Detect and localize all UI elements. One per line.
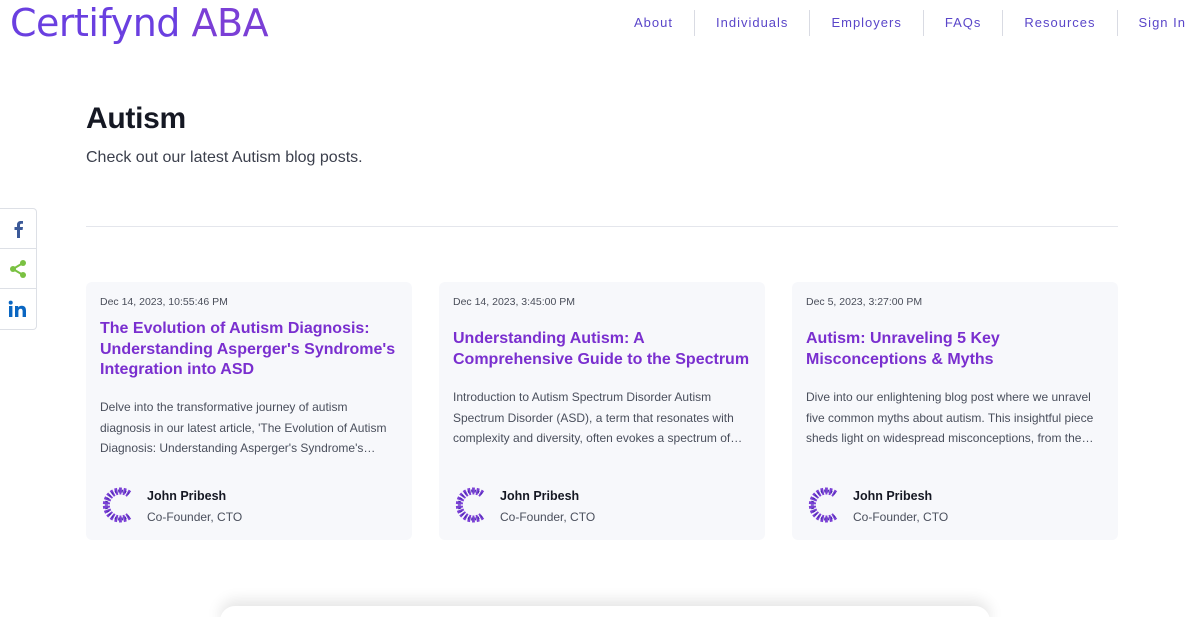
- nav-resources[interactable]: Resources: [1003, 10, 1118, 36]
- page-title: Autism: [86, 102, 186, 135]
- post-excerpt: Delve into the transformative journey of…: [100, 397, 400, 459]
- post-date: Dec 14, 2023, 3:45:00 PM: [453, 296, 575, 308]
- brand-logo[interactable]: Certifynd ABA: [10, 1, 269, 45]
- linkedin-icon: [8, 300, 26, 317]
- post-title[interactable]: The Evolution of Autism Diagnosis: Under…: [100, 319, 398, 381]
- post-excerpt: Introduction to Autism Spectrum Disorder…: [453, 387, 753, 449]
- avatar: [102, 487, 132, 523]
- author-name: John Pribesh: [500, 489, 580, 503]
- post-date: Dec 14, 2023, 10:55:46 PM: [100, 296, 228, 308]
- brand-name-part1: Certifynd: [10, 1, 180, 45]
- nav-employers[interactable]: Employers: [810, 10, 924, 36]
- bottom-panel-edge: [220, 606, 990, 617]
- facebook-icon: [14, 220, 23, 238]
- post-excerpt: Dive into our enlightening blog post whe…: [806, 387, 1106, 449]
- nav-faqs[interactable]: FAQs: [924, 10, 1004, 36]
- author-role: Co-Founder, CTO: [853, 510, 949, 524]
- post-author: John Pribesh Co-Founder, CTO: [806, 485, 1106, 525]
- post-title[interactable]: Autism: Unraveling 5 Key Misconceptions …: [806, 329, 1104, 370]
- page-subtitle: Check out our latest Autism blog posts.: [86, 149, 363, 166]
- main-nav: About Individuals Employers FAQs Resourc…: [613, 10, 1200, 36]
- blog-post-card[interactable]: Dec 14, 2023, 3:45:00 PM Understanding A…: [439, 282, 765, 540]
- post-author: John Pribesh Co-Founder, CTO: [100, 485, 400, 525]
- post-excerpt-text: Delve into the transformative journey of…: [100, 400, 387, 455]
- share-icon: [10, 259, 26, 278]
- post-excerpt-text: Dive into our enlightening blog post whe…: [806, 390, 1094, 445]
- post-title[interactable]: Understanding Autism: A Comprehensive Gu…: [453, 329, 751, 370]
- post-excerpt-text: Introduction to Autism Spectrum Disorder…: [453, 390, 734, 445]
- nav-about[interactable]: About: [613, 10, 695, 36]
- avatar: [455, 487, 485, 523]
- blog-post-card[interactable]: Dec 5, 2023, 3:27:00 PM Autism: Unraveli…: [792, 282, 1118, 540]
- author-role: Co-Founder, CTO: [147, 510, 243, 524]
- brand-name-part2: ABA: [191, 1, 269, 45]
- avatar: [808, 487, 838, 523]
- social-share-bar: [0, 208, 37, 330]
- section-divider: [86, 226, 1118, 227]
- author-name: John Pribesh: [853, 489, 933, 503]
- facebook-share-button[interactable]: [0, 209, 36, 249]
- site-header: Certifynd ABA About Individuals Employer…: [0, 0, 1200, 46]
- post-author: John Pribesh Co-Founder, CTO: [453, 485, 753, 525]
- author-name: John Pribesh: [147, 489, 227, 503]
- nav-individuals[interactable]: Individuals: [695, 10, 811, 36]
- blog-post-card[interactable]: Dec 14, 2023, 10:55:46 PM The Evolution …: [86, 282, 412, 540]
- post-date: Dec 5, 2023, 3:27:00 PM: [806, 296, 923, 308]
- nav-sign-in[interactable]: Sign In: [1118, 10, 1200, 36]
- author-role: Co-Founder, CTO: [500, 510, 596, 524]
- linkedin-share-button[interactable]: [0, 289, 36, 329]
- generic-share-button[interactable]: [0, 249, 36, 289]
- blog-post-list: Dec 14, 2023, 10:55:46 PM The Evolution …: [86, 282, 1118, 540]
